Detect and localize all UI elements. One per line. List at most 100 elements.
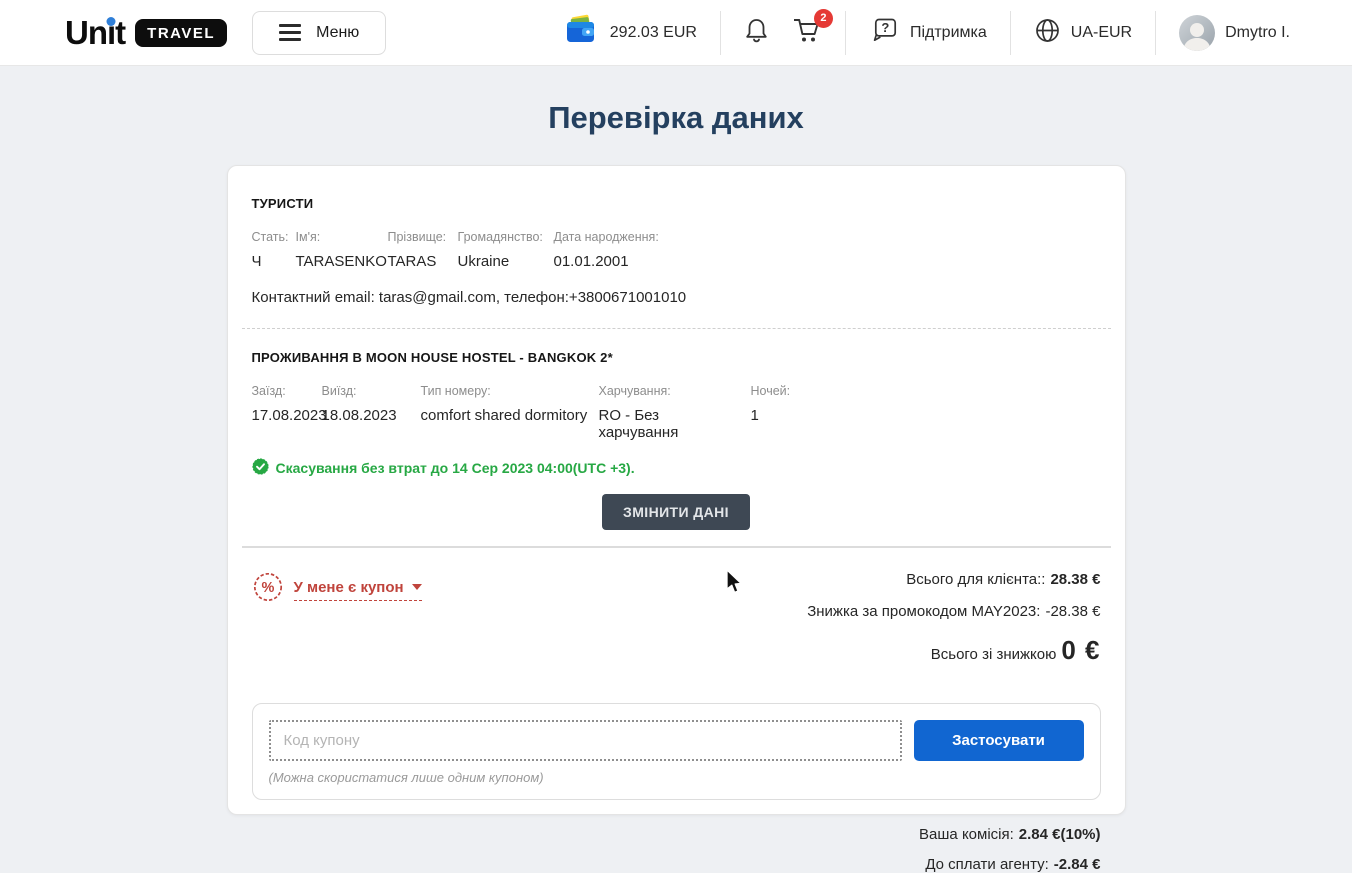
tourists-section-title: ТУРИСТИ <box>252 196 1101 211</box>
field-value: Ч <box>252 253 286 270</box>
field-citizenship: Громадянство: Ukraine <box>458 230 554 270</box>
agent-due-line: До сплати агенту: -2.84 € <box>925 856 1100 873</box>
have-coupon-toggle[interactable]: % У мене є купон <box>252 571 422 608</box>
promo-discount-label: Знижка за промокодом MAY2023: <box>807 603 1040 620</box>
top-header: Unıt TRAVEL Меню 292.03 EUR <box>0 0 1352 66</box>
logo-wordmark: Unıt <box>65 16 125 49</box>
field-label: Стать: <box>252 230 286 244</box>
wallet-balance-text: 292.03 EUR <box>610 24 697 42</box>
free-cancellation-note: Скасування без втрат до 14 Сер 2023 04:0… <box>252 458 1101 478</box>
logo-text-un: Un <box>65 14 107 51</box>
locale-currency-label: UA-EUR <box>1071 24 1132 42</box>
field-value: TARASENKO <box>296 253 378 270</box>
globe-icon <box>1034 17 1061 49</box>
locale-currency-switcher[interactable]: UA-EUR <box>1034 17 1132 49</box>
coupon-toggle-label: У мене є купон <box>294 579 404 596</box>
field-last-name: Прізвище: TARAS <box>388 230 458 270</box>
field-value: 01.01.2001 <box>554 253 659 270</box>
field-label: Прізвище: <box>388 230 448 244</box>
totals-block: Всього для клієнта:: 28.38 € Знижка за п… <box>807 571 1100 666</box>
notifications-button[interactable] <box>744 17 769 49</box>
commission-value: 2.84 €(10%) <box>1019 826 1101 843</box>
bell-icon <box>744 17 769 49</box>
hamburger-icon <box>279 24 301 41</box>
wallet-icon <box>564 14 600 51</box>
field-meal-plan: Харчування: RO - Без харчування <box>599 384 751 441</box>
coupon-hint-text: (Можна скористатися лише одним купоном) <box>269 770 1084 785</box>
discounted-total-line: Всього зі знижкою 0 € <box>931 635 1101 666</box>
field-label: Ночей: <box>751 384 791 398</box>
dashed-divider <box>242 328 1111 329</box>
discounted-total-label: Всього зі знижкою <box>931 646 1057 663</box>
user-menu[interactable]: Dmytro I. <box>1179 15 1290 51</box>
coupon-and-totals-row: % У мене є купон Всього для клієнта:: 28… <box>252 571 1101 666</box>
field-label: Заїзд: <box>252 384 312 398</box>
coupon-input-panel: Застосувати (Можна скористатися лише одн… <box>252 703 1101 800</box>
field-birthdate: Дата народження: 01.01.2001 <box>554 230 669 270</box>
logo-text-t: t <box>115 14 125 51</box>
field-label: Дата народження: <box>554 230 659 244</box>
header-right-cluster: 292.03 EUR 2 <box>564 11 1290 55</box>
discounted-total-value: 0 € <box>1061 635 1100 666</box>
tourists-fields-row: Стать: Ч Ім'я: TARASENKO Прізвище: TARAS… <box>252 230 1101 270</box>
booking-review-card: ТУРИСТИ Стать: Ч Ім'я: TARASENKO Прізвищ… <box>227 165 1126 815</box>
field-label: Ім'я: <box>296 230 378 244</box>
promo-discount-line: Знижка за промокодом MAY2023: -28.38 € <box>807 603 1100 620</box>
coupon-code-input[interactable] <box>269 720 902 761</box>
unit-travel-logo[interactable]: Unıt TRAVEL <box>65 16 227 49</box>
field-gender: Стать: Ч <box>252 230 296 270</box>
header-divider <box>1010 11 1011 55</box>
accommodation-section-title: ПРОЖИВАННЯ В MOON HOUSE HOSTEL - BANGKOK… <box>252 350 1101 365</box>
field-room-type: Тип номеру: comfort shared dormitory <box>421 384 599 441</box>
client-total-line: Всього для клієнта:: 28.38 € <box>906 571 1100 588</box>
field-checkout: Виїзд: 18.08.2023 <box>322 384 421 441</box>
percent-seal-icon: % <box>252 571 284 608</box>
avatar <box>1179 15 1215 51</box>
cart-count-badge: 2 <box>814 9 833 28</box>
field-label: Виїзд: <box>322 384 411 398</box>
field-label: Громадянство: <box>458 230 544 244</box>
cancellation-text: Скасування без втрат до 14 Сер 2023 04:0… <box>276 460 635 476</box>
contact-info-line: Контактний email: taras@gmail.com, телеф… <box>252 289 1101 306</box>
chevron-down-icon <box>412 584 422 590</box>
commission-label: Ваша комісія: <box>919 826 1014 843</box>
wallet-balance[interactable]: 292.03 EUR <box>564 14 697 51</box>
cart-button[interactable]: 2 <box>792 16 822 50</box>
agent-totals-block: Ваша комісія: 2.84 €(10%) До сплати аген… <box>252 826 1101 873</box>
svg-text:?: ? <box>881 19 889 34</box>
logo-travel-badge: TRAVEL <box>135 19 227 47</box>
apply-coupon-button[interactable]: Застосувати <box>914 720 1084 761</box>
field-checkin: Заїзд: 17.08.2023 <box>252 384 322 441</box>
field-nights: Ночей: 1 <box>751 384 801 441</box>
coupon-input-row: Застосувати <box>269 720 1084 761</box>
client-total-value: 28.38 € <box>1050 571 1100 588</box>
shield-check-icon <box>252 458 269 478</box>
menu-button-label: Меню <box>316 24 359 42</box>
field-label: Харчування: <box>599 384 741 398</box>
edit-data-button[interactable]: ЗМІНИТИ ДАНІ <box>602 494 750 530</box>
field-value: comfort shared dormitory <box>421 407 589 424</box>
field-value: TARAS <box>388 253 448 270</box>
support-button[interactable]: ? Підтримка <box>869 16 987 50</box>
menu-button[interactable]: Меню <box>252 11 386 55</box>
field-value: 1 <box>751 407 791 424</box>
agent-due-label: До сплати агенту: <box>925 856 1048 873</box>
field-first-name: Ім'я: TARASENKO <box>296 230 388 270</box>
support-chat-icon: ? <box>869 16 900 50</box>
field-value: 17.08.2023 <box>252 407 312 424</box>
logo-blue-dot-icon <box>107 17 116 26</box>
header-divider <box>845 11 846 55</box>
user-name: Dmytro I. <box>1225 24 1290 42</box>
field-value: 18.08.2023 <box>322 407 411 424</box>
header-divider <box>720 11 721 55</box>
agent-due-value: -2.84 € <box>1054 856 1101 873</box>
client-total-label: Всього для клієнта:: <box>906 571 1045 588</box>
field-label: Тип номеру: <box>421 384 589 398</box>
section-divider <box>242 546 1111 548</box>
field-value: RO - Без харчування <box>599 407 741 441</box>
svg-text:%: % <box>261 580 274 596</box>
field-value: Ukraine <box>458 253 544 270</box>
commission-line: Ваша комісія: 2.84 €(10%) <box>919 826 1100 843</box>
support-label: Підтримка <box>910 24 987 42</box>
header-divider <box>1155 11 1156 55</box>
